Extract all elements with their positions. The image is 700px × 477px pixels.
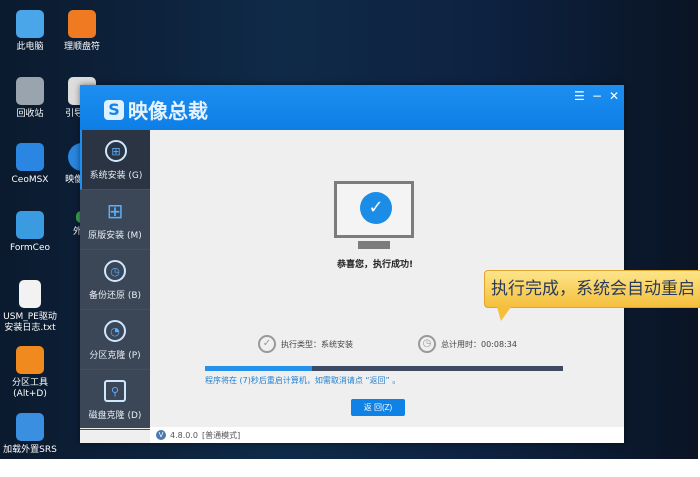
sidebar-item-system-install[interactable]: ⊞ 系统安装 (G) [80,130,150,190]
progress-fill [205,366,313,371]
desktop-icon-srs[interactable]: 加载外置SRS [0,413,60,456]
pie-chart-icon: ◔ [104,320,126,342]
computer-icon [16,10,44,38]
desktop-icon-formceo[interactable]: FormCeo [0,211,60,254]
success-message: 恭喜您，执行成功! [337,260,414,270]
app-window: S 映像总裁 ☰ − ✕ ⊞ 系统安装 (G) ⊞ 原版安装 (M) ◷ 备份还原 (B… [80,85,700,443]
minimize-icon[interactable]: − [592,89,602,103]
windows-circle-icon: ⊞ [105,140,127,162]
desktop-icon-ceomsx[interactable]: CeoMSX [0,143,60,186]
alarm-clock-icon: ◷ [418,335,436,353]
main-panel: ✓ 恭喜您，执行成功! 执行完成，系统会自动重启 ✓ 执行类型：系统安装 ◷ 总计用… [150,130,700,426]
status-bar: V 4.8.0.0 [普通模式] [150,427,624,443]
formceo-icon [16,211,44,239]
menu-icon[interactable]: ☰ [574,89,585,103]
version-icon: V [156,430,166,440]
recycle-bin-icon [16,77,44,105]
monitor-stand [358,241,390,249]
sidebar-item-disk-clone[interactable]: ⚲ 磁盘克隆 (D) [80,370,150,430]
desktop-icon-recycle[interactable]: 回收站 [0,77,60,120]
firewire-icon [16,413,44,441]
check-circle-icon: ✓ [258,335,276,353]
text-file-icon [19,280,41,308]
restart-note: 程序将在 (7)秒后重启计算机，如需取消请点 “返回” 。 [205,376,401,385]
disk-icon: ⚲ [104,380,126,402]
total-time: ◷ 总计用时：00:08:34 [418,335,517,353]
monitor-success-icon: ✓ [334,181,414,238]
sidebar-item-partition-clone[interactable]: ◔ 分区克隆 (P) [80,310,150,370]
title-bar: S 映像总裁 ☰ − ✕ [80,85,624,130]
progress-bar [205,366,563,371]
sidebar-item-original-install[interactable]: ⊞ 原版安装 (M) [80,190,150,250]
exec-type: ✓ 执行类型：系统安装 [258,335,353,353]
close-icon[interactable]: ✕ [609,89,619,103]
desktop-icon-diskgenius[interactable]: 分区工具(Alt+D) [0,346,60,400]
ceomsx-icon [16,143,44,171]
clock-restore-icon: ◷ [104,260,126,282]
back-button[interactable]: 返 回(Z) [351,399,405,416]
completion-tooltip: 执行完成，系统会自动重启 [484,270,700,321]
windows-logo-icon: ⊞ [106,199,124,223]
desktop-icon-computer[interactable]: 此电脑 [0,10,60,53]
diskgenius-icon [16,346,44,374]
desktop-icon-log[interactable]: USM_PE驱动安装日志.txt [0,280,60,334]
app-logo: S 映像总裁 [104,95,208,124]
sidebar-item-backup-restore[interactable]: ◷ 备份还原 (B) [80,250,150,310]
check-icon: ✓ [360,192,392,224]
desktop-icon-azfix[interactable]: 理顺盘符 [52,10,112,53]
a-z-icon [68,10,96,38]
sidebar: ⊞ 系统安装 (G) ⊞ 原版安装 (M) ◷ 备份还原 (B) ◔ 分区克隆 (P) … [80,130,150,430]
